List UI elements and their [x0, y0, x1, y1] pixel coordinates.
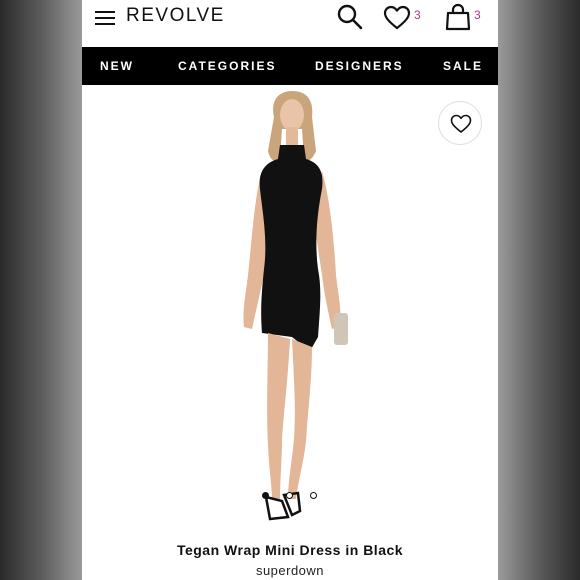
nav-item-sale[interactable]: SALE	[443, 59, 483, 73]
product-title: Tegan Wrap Mini Dress in Black	[176, 542, 404, 558]
phone-screen: REVOLVE 3 3 NEW CATEGORIES DESIGNERS SAL…	[82, 0, 498, 580]
bag-count: 3	[474, 8, 481, 22]
carousel-dot[interactable]	[310, 492, 317, 499]
top-bar: REVOLVE 3 3	[82, 0, 498, 47]
nav-item-designers[interactable]: DESIGNERS	[315, 59, 404, 73]
favorite-button[interactable]	[438, 101, 482, 145]
favorite-heart-icon	[450, 114, 472, 133]
product-brand[interactable]: superdown	[82, 563, 498, 578]
bag-icon[interactable]	[445, 3, 471, 31]
heart-icon[interactable]	[383, 5, 411, 31]
carousel-dot-active[interactable]	[262, 492, 269, 499]
brand-logo[interactable]: REVOLVE	[126, 5, 225, 27]
product-photo	[243, 91, 348, 521]
nav-item-categories[interactable]: CATEGORIES	[178, 59, 276, 73]
product-image-carousel[interactable]	[82, 85, 498, 535]
nav-item-new[interactable]: NEW	[100, 59, 134, 73]
wishlist-count: 3	[414, 8, 421, 22]
carousel-dot[interactable]	[286, 492, 293, 499]
menu-icon[interactable]	[95, 9, 117, 25]
search-icon[interactable]	[336, 3, 364, 31]
category-nav: NEW CATEGORIES DESIGNERS SALE	[82, 47, 498, 85]
carousel-indicator	[257, 492, 327, 502]
